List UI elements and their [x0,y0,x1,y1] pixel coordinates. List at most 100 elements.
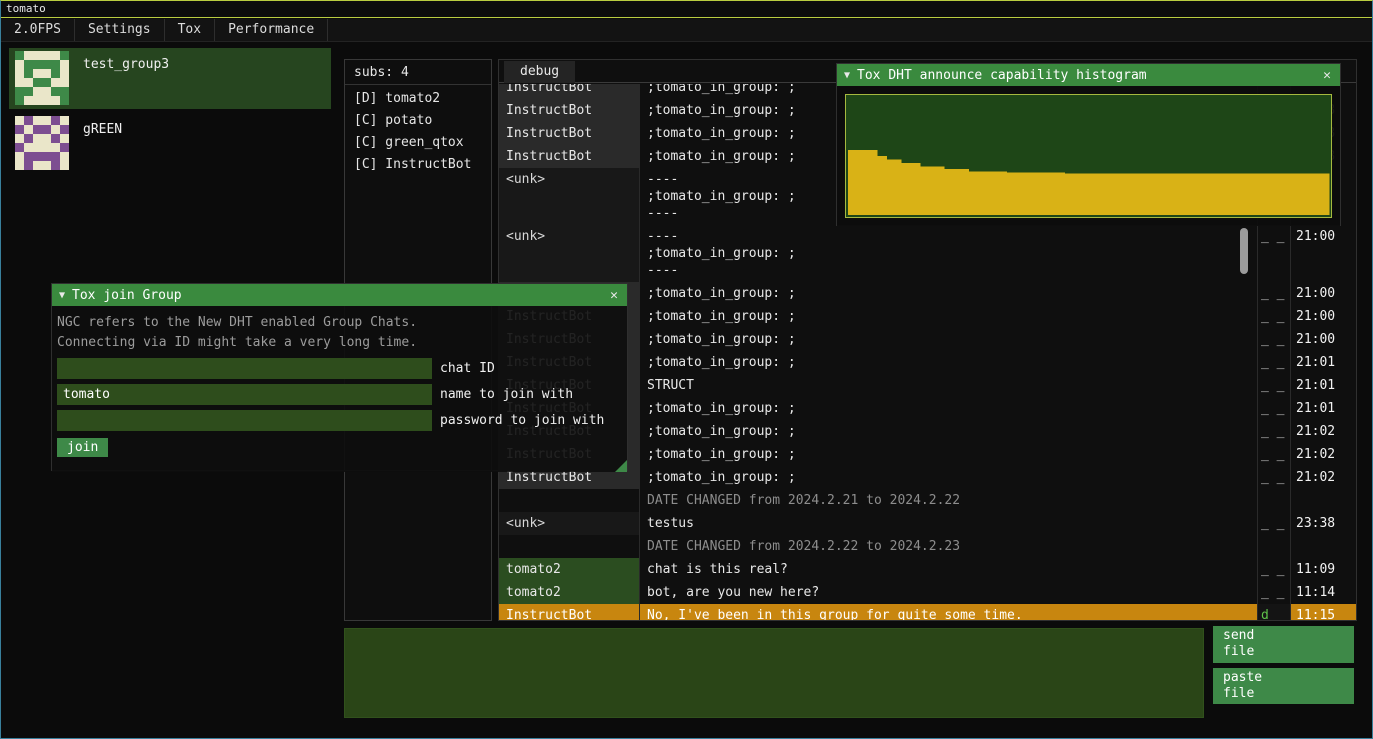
chat-row: tomato2chat is this real?_ _11:09 [499,558,1356,581]
histogram-body [837,86,1340,226]
chat-row-flags: _ _ [1257,305,1290,328]
subs-member[interactable]: [D] tomato2 [345,88,491,110]
menu-bar: 2.0FPS Settings Tox Performance [1,19,1372,42]
chat-row-name [499,489,639,512]
chat-row-time: 21:02 [1290,420,1344,443]
tab-debug[interactable]: debug [504,61,575,83]
send-file-button[interactable]: send file [1213,626,1354,663]
chat-row-flags: d [1257,604,1290,620]
chat-row-message: DATE CHANGED from 2024.2.22 to 2024.2.23 [639,535,1257,558]
histogram-title: Tox DHT announce capability histogram [857,68,1321,83]
chat-row-time: 21:02 [1290,466,1344,489]
subs-list: [D] tomato2[C] potato[C] green_qtox[C] I… [345,85,491,176]
chat-row-flags: _ _ [1257,512,1290,535]
chat-row: tomato2bot, are you new here?_ _11:14 [499,581,1356,604]
subs-member[interactable]: [C] InstructBot [345,154,491,176]
chat-row-name: <unk> [499,168,639,225]
chat-row-time: 11:15 [1290,604,1344,620]
menu-item-performance[interactable]: Performance [215,19,328,41]
fps-indicator: 2.0FPS [1,19,75,41]
chat-row-message: chat is this real? [639,558,1257,581]
ngc-info-line-1: NGC refers to the New DHT enabled Group … [57,313,622,333]
chat-row-message: ;tomato_in_group: ; [639,282,1257,305]
chat-row-flags: _ _ [1257,328,1290,351]
menu-item-tox[interactable]: Tox [165,19,215,41]
chat-row-flags [1257,535,1290,558]
join-dialog-title: Tox join Group [72,288,608,303]
os-titlebar[interactable]: tomato [1,1,1372,18]
group-item-gREEN[interactable]: gREEN [9,113,331,174]
join-password-label: password to join with [440,413,604,428]
chat-row-message: ;tomato_in_group: ; [639,351,1257,374]
group-avatar-icon [13,116,71,170]
join-group-dialog: ▼ Tox join Group ✕ NGC refers to the New… [51,283,628,471]
chat-row-flags: _ _ [1257,282,1290,305]
join-name-label: name to join with [440,387,573,402]
group-item-test_group3[interactable]: test_group3 [9,48,331,109]
chat-row-flags: _ _ [1257,420,1290,443]
paste-file-button[interactable]: paste file [1213,668,1354,704]
histogram-plot [845,94,1332,218]
chat-scrollbar-thumb[interactable] [1240,228,1248,274]
chat-row-name: <unk> [499,512,639,535]
chat-row-time: 21:00 [1290,328,1344,351]
chat-row-flags: _ _ [1257,225,1290,282]
chat-row-flags [1257,489,1290,512]
chat-row-time [1290,489,1344,512]
menu-item-settings[interactable]: Settings [75,19,165,41]
chat-row-name: tomato2 [499,558,639,581]
chat-id-input[interactable] [57,358,432,379]
chat-row-time: 21:02 [1290,443,1344,466]
chat-row: DATE CHANGED from 2024.2.22 to 2024.2.23 [499,535,1356,558]
close-icon[interactable]: ✕ [608,288,620,303]
chat-row-time: 21:01 [1290,397,1344,420]
message-input[interactable] [344,628,1204,718]
chat-row-message: testus [639,512,1257,535]
join-dialog-body: NGC refers to the New DHT enabled Group … [52,306,627,472]
group-label: test_group3 [83,57,169,72]
chat-row: <unk>testus_ _23:38 [499,512,1356,535]
chat-row-message: bot, are you new here? [639,581,1257,604]
join-password-input[interactable] [57,410,432,431]
chat-row-flags: _ _ [1257,466,1290,489]
app-window: tomato 2.0FPS Settings Tox Performance t… [0,0,1373,739]
chat-row-name [499,535,639,558]
chat-row-time: 21:00 [1290,225,1344,282]
collapse-arrow-icon[interactable]: ▼ [844,70,850,81]
chat-row-name: InstructBot [499,122,639,145]
chat-row-time: 21:01 [1290,351,1344,374]
join-dialog-titlebar[interactable]: ▼ Tox join Group ✕ [52,284,627,306]
chat-row-flags: _ _ [1257,581,1290,604]
dht-histogram-window: ▼ Tox DHT announce capability histogram … [836,63,1341,226]
chat-row-flags: _ _ [1257,351,1290,374]
chat-row-message: ;tomato_in_group: ; [639,397,1257,420]
close-icon[interactable]: ✕ [1321,68,1333,83]
subs-member[interactable]: [C] potato [345,110,491,132]
chat-row-name: tomato2 [499,581,639,604]
chat-row-time: 21:00 [1290,305,1344,328]
chat-row-message: ;tomato_in_group: ; [639,466,1257,489]
join-button[interactable]: join [57,438,108,457]
chat-row-time: 11:09 [1290,558,1344,581]
chat-row-time: 21:01 [1290,374,1344,397]
chat-row-message: ;tomato_in_group: ; [639,305,1257,328]
resize-grip[interactable] [615,460,627,472]
chat-row-flags: _ _ [1257,558,1290,581]
subs-member[interactable]: [C] green_qtox [345,132,491,154]
chat-row-message: ;tomato_in_group: ; [639,420,1257,443]
chat-row-flags: _ _ [1257,397,1290,420]
chat-row: InstructBotNo, I've been in this group f… [499,604,1356,620]
chat-row-time [1290,535,1344,558]
chat-row-name: InstructBot [499,84,639,99]
chat-row-message: DATE CHANGED from 2024.2.21 to 2024.2.22 [639,489,1257,512]
collapse-arrow-icon[interactable]: ▼ [59,290,65,301]
chat-row-name: <unk> [499,225,639,282]
window-title: tomato [6,2,46,15]
chat-row-time: 23:38 [1290,512,1344,535]
chat-row-name: InstructBot [499,145,639,168]
group-avatar-icon [13,51,71,105]
join-name-input[interactable]: tomato [57,384,432,405]
chat-row: DATE CHANGED from 2024.2.21 to 2024.2.22 [499,489,1356,512]
histogram-titlebar[interactable]: ▼ Tox DHT announce capability histogram … [837,64,1340,86]
group-label: gREEN [83,122,122,137]
